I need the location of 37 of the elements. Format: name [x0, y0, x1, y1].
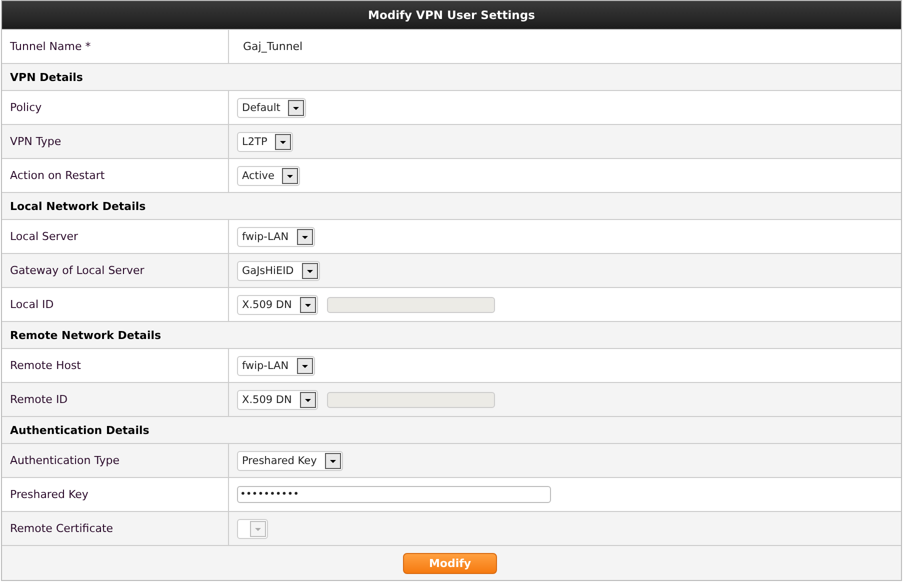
- field-label: Remote Certificate: [10, 522, 114, 535]
- field-label: Remote ID: [10, 393, 68, 406]
- field-label: Authentication Type: [10, 454, 120, 467]
- field-label: Remote Host: [10, 359, 81, 372]
- section-heading: VPN Details: [2, 63, 901, 90]
- field-label: Local Server: [10, 230, 78, 243]
- caret-icon[interactable]: [324, 452, 341, 468]
- dropdown[interactable]: fwip-LAN: [237, 226, 315, 246]
- field-label: Action on Restart: [10, 169, 105, 182]
- dropdown[interactable]: GaJsHiEID: [237, 260, 320, 280]
- caret-icon[interactable]: [296, 228, 313, 244]
- field-label: Preshared Key: [10, 488, 88, 501]
- dropdown[interactable]: Preshared Key: [237, 450, 343, 470]
- section-heading: Authentication Details: [2, 416, 901, 443]
- caret-icon[interactable]: [300, 296, 316, 312]
- caret-icon[interactable]: [300, 392, 316, 408]
- caret-icon[interactable]: [282, 168, 298, 184]
- field-label: Gateway of Local Server: [10, 264, 144, 277]
- caret-icon[interactable]: [302, 262, 318, 278]
- panel-title: Modify VPN User Settings: [2, 1, 901, 29]
- field-label: Tunnel Name *: [10, 40, 91, 53]
- dropdown[interactable]: L2TP: [237, 132, 294, 152]
- dropdown[interactable]: Active: [237, 166, 300, 186]
- caret-icon[interactable]: [288, 100, 304, 116]
- field-label: Local ID: [10, 298, 54, 311]
- dropdown[interactable]: Default: [237, 98, 306, 118]
- password-field[interactable]: ••••••••••: [237, 486, 551, 503]
- section-heading: Remote Network Details: [2, 321, 901, 348]
- section-heading: Local Network Details: [2, 192, 901, 219]
- dropdown[interactable]: X.509 DN: [237, 294, 318, 314]
- caret-icon[interactable]: [275, 134, 292, 150]
- field-label: VPN Type: [10, 135, 62, 148]
- dropdown[interactable]: X.509 DN: [237, 390, 318, 410]
- dropdown[interactable]: fwip-LAN: [237, 356, 315, 376]
- caret-icon[interactable]: [296, 358, 313, 374]
- field-label: Policy: [10, 101, 42, 114]
- field-value: Gaj_Tunnel: [242, 40, 303, 53]
